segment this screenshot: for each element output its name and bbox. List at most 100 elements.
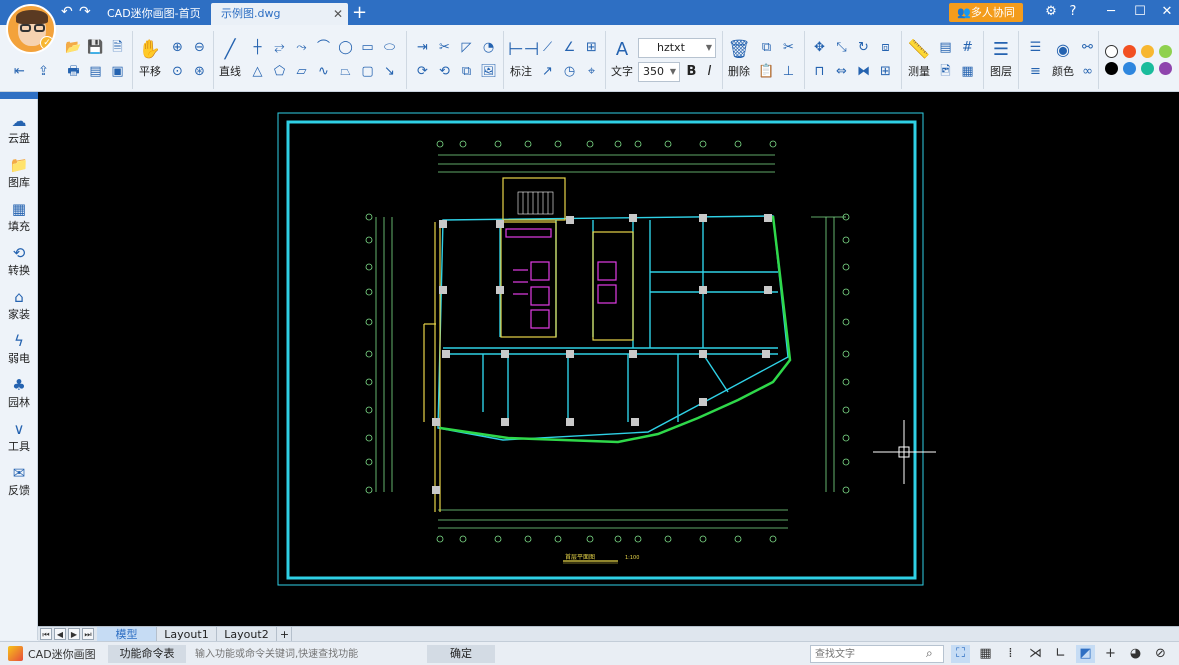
coordinate-icon[interactable]: ⌖ bbox=[582, 62, 601, 81]
fillet-icon[interactable]: ◔ bbox=[479, 38, 498, 57]
save-icon[interactable]: 💾 bbox=[86, 38, 105, 57]
picture-icon[interactable]: 🖻 bbox=[936, 62, 955, 81]
link-icon[interactable]: ∞ bbox=[1078, 62, 1097, 81]
redo-icon[interactable]: ↷ bbox=[79, 4, 91, 20]
tab-home[interactable]: CAD迷你画图-首页 bbox=[97, 3, 210, 25]
polar-icon[interactable]: ⋊ bbox=[1026, 645, 1045, 663]
zoom-window-icon[interactable]: ⊙ bbox=[168, 62, 187, 81]
find-text-input[interactable] bbox=[810, 645, 944, 663]
circle-icon[interactable]: ◯ bbox=[336, 38, 355, 57]
dimension-button[interactable]: ⊢⊣ 标注 bbox=[508, 39, 539, 79]
search-icon[interactable]: ⌕ bbox=[926, 646, 933, 661]
sidebar-item-hatch[interactable]: ▦ 填充 bbox=[0, 198, 38, 242]
explode-icon[interactable]: ⧉ bbox=[457, 62, 476, 81]
parallelogram-icon[interactable]: ▱ bbox=[292, 62, 311, 81]
rotate-icon[interactable]: ⟲ bbox=[435, 62, 454, 81]
grid-icon[interactable]: ▦ bbox=[976, 645, 995, 663]
rotate-object-icon[interactable]: ↻ bbox=[854, 38, 873, 57]
font-size-select[interactable]: 350 ▼ bbox=[638, 62, 680, 82]
minimize-icon[interactable]: ─ bbox=[1102, 4, 1120, 20]
export-icon[interactable]: ⇪ bbox=[34, 62, 53, 81]
extend-icon[interactable]: ⇥ bbox=[413, 38, 432, 57]
insert-image-icon[interactable]: 🖼 bbox=[479, 62, 498, 81]
arc-icon[interactable]: ⌒ bbox=[314, 38, 333, 57]
pdf-icon[interactable]: ▤ bbox=[86, 62, 105, 81]
line-button[interactable]: ╱ 直线 bbox=[217, 39, 243, 79]
aligned-dim-icon[interactable]: ⟋ bbox=[538, 38, 557, 57]
count-icon[interactable]: # bbox=[958, 38, 977, 57]
prev-layout-icon[interactable]: ◀ bbox=[54, 628, 66, 640]
area-icon[interactable]: ▤ bbox=[936, 38, 955, 57]
color-swatch[interactable] bbox=[1105, 62, 1118, 75]
sidebar-item-home-decor[interactable]: ⌂ 家装 bbox=[0, 286, 38, 330]
sidebar-item-garden[interactable]: ♣ 园林 bbox=[0, 374, 38, 418]
zoom-in-icon[interactable]: ⊕ bbox=[168, 38, 187, 57]
copy-icon[interactable]: ⧉ bbox=[757, 38, 776, 57]
object-snap-icon[interactable]: ◩ bbox=[1076, 645, 1095, 663]
rounded-rect-icon[interactable]: ▢ bbox=[358, 62, 377, 81]
offset-icon[interactable]: ⟳ bbox=[413, 62, 432, 81]
sidebar-item-weak-current[interactable]: ϟ 弱电 bbox=[0, 330, 38, 374]
align-icon[interactable]: ⊞ bbox=[876, 62, 895, 81]
color-swatch[interactable] bbox=[1123, 62, 1136, 75]
close-window-icon[interactable]: ✕ bbox=[1158, 4, 1176, 20]
delete-button[interactable]: 🗑 删除 bbox=[726, 39, 752, 79]
polyline-icon[interactable]: ┼ bbox=[248, 38, 267, 57]
stamp-icon[interactable]: ⊥ bbox=[779, 62, 798, 81]
layer-button[interactable]: ☰ 图层 bbox=[988, 39, 1014, 79]
text-button[interactable]: A 文字 bbox=[609, 39, 635, 79]
color-swatch[interactable] bbox=[1141, 45, 1154, 58]
tab-model[interactable]: 模型 bbox=[97, 627, 157, 642]
crosshair-icon[interactable]: + bbox=[1101, 645, 1120, 663]
image-export-icon[interactable]: ▣ bbox=[108, 62, 127, 81]
sidebar-item-library[interactable]: 📁 图库 bbox=[0, 154, 38, 198]
next-layout-icon[interactable]: ▶ bbox=[68, 628, 80, 640]
linetype-icon[interactable]: ☰ bbox=[1026, 38, 1045, 57]
radius-dim-icon[interactable]: ◷ bbox=[560, 62, 579, 81]
trim-icon[interactable]: ✂ bbox=[435, 38, 454, 57]
collab-button[interactable]: 👥多人协同 bbox=[949, 3, 1023, 22]
tab-layout2[interactable]: Layout2 bbox=[217, 627, 277, 642]
curve-icon[interactable]: ∿ bbox=[314, 62, 333, 81]
first-layout-icon[interactable]: ⏮ bbox=[40, 628, 52, 640]
undo-icon[interactable]: ↶ bbox=[61, 4, 73, 20]
orbit-icon[interactable]: ⊘ bbox=[1151, 645, 1170, 663]
add-layout-button[interactable]: + bbox=[278, 627, 292, 642]
sidebar-item-tools[interactable]: ∨ 工具 bbox=[0, 418, 38, 462]
confirm-button[interactable]: 确定 bbox=[427, 645, 495, 663]
paste-icon[interactable]: 📋 bbox=[757, 62, 776, 81]
color-button[interactable]: ◉ 颜色 bbox=[1050, 39, 1076, 79]
import-icon[interactable]: ⇤ bbox=[10, 62, 29, 81]
ortho-icon[interactable]: ∟ bbox=[1051, 645, 1070, 663]
settings-icon[interactable]: ⚙ bbox=[1042, 4, 1060, 20]
chamfer-icon[interactable]: ◸ bbox=[457, 38, 476, 57]
move-icon[interactable]: ✥ bbox=[810, 38, 829, 57]
last-layout-icon[interactable]: ⏭ bbox=[82, 628, 94, 640]
color-swatch[interactable] bbox=[1159, 62, 1172, 75]
trapezoid-icon[interactable]: ⏢ bbox=[336, 62, 355, 81]
font-select[interactable]: hztxt ▼ bbox=[638, 38, 716, 58]
array-icon[interactable]: ⧈ bbox=[876, 38, 895, 57]
maximize-icon[interactable]: ☐ bbox=[1131, 4, 1149, 20]
help-icon[interactable]: ? bbox=[1064, 4, 1082, 20]
open-file-icon[interactable]: 📂 bbox=[64, 38, 83, 57]
drawing-canvas[interactable]: 首层平面图 1:100 bbox=[38, 92, 1179, 626]
measure-button[interactable]: 📏 测量 bbox=[905, 39, 933, 79]
dot-grid-icon[interactable]: ⁞ bbox=[1001, 645, 1020, 663]
multiline-icon[interactable]: ⥂ bbox=[270, 38, 289, 57]
sidebar-item-feedback[interactable]: ✉ 反馈 bbox=[0, 462, 38, 506]
close-tab-icon[interactable]: ✕ bbox=[333, 3, 343, 25]
spline-icon[interactable]: ⤳ bbox=[292, 38, 311, 57]
color-swatch[interactable] bbox=[1105, 45, 1118, 58]
color-mode-icon[interactable]: ◕ bbox=[1126, 645, 1145, 663]
pan-button[interactable]: ✋ 平移 bbox=[138, 39, 162, 79]
continuous-dim-icon[interactable]: ⊞ bbox=[582, 38, 601, 57]
triangle-icon[interactable]: △ bbox=[248, 62, 267, 81]
zoom-extents-icon[interactable]: ⊛ bbox=[190, 62, 209, 81]
italic-button[interactable]: I bbox=[700, 62, 719, 81]
ellipse-icon[interactable]: ⬭ bbox=[380, 38, 399, 57]
mirror-icon[interactable]: ⧓ bbox=[854, 62, 873, 81]
angle-dim-icon[interactable]: ∠ bbox=[560, 38, 579, 57]
ray-icon[interactable]: ↘ bbox=[380, 62, 399, 81]
command-input[interactable] bbox=[191, 645, 427, 663]
